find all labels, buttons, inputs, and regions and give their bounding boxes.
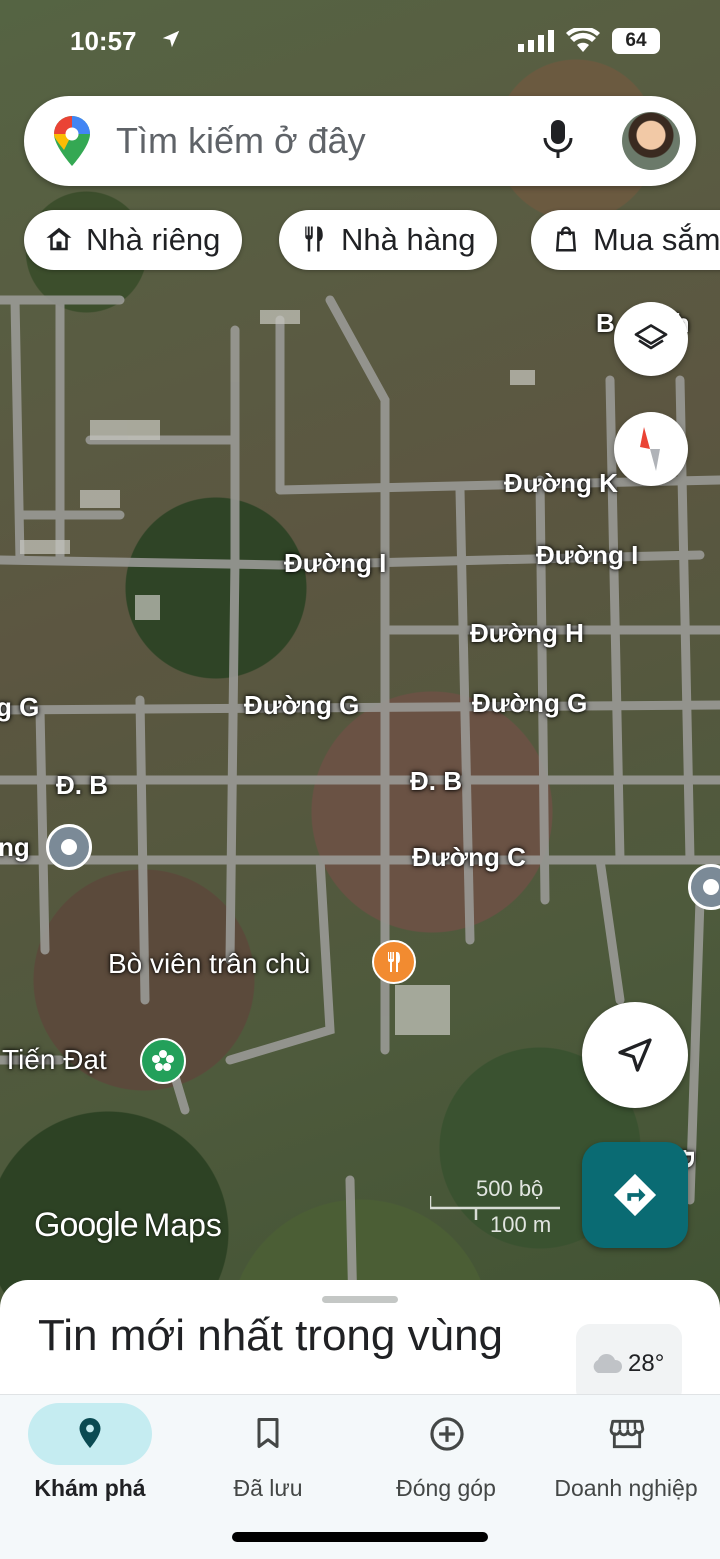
my-location-button[interactable] bbox=[582, 1002, 688, 1108]
wifi-icon bbox=[566, 28, 600, 52]
add-circle-icon bbox=[430, 1417, 464, 1451]
microphone-icon[interactable] bbox=[542, 118, 574, 162]
tab-label: Khám phá bbox=[34, 1475, 146, 1501]
place-label-shop[interactable]: Tiến Đạt bbox=[2, 1044, 107, 1076]
chip-shopping[interactable]: Mua sắm bbox=[531, 210, 720, 270]
compass-icon bbox=[640, 427, 660, 471]
google-maps-logo: Google Maps bbox=[34, 1206, 222, 1245]
home-indicator[interactable] bbox=[232, 1532, 488, 1542]
weather-chip[interactable]: 28° bbox=[576, 1324, 682, 1404]
road-label: Đ. B bbox=[410, 766, 462, 796]
cell-signal-icon bbox=[518, 30, 554, 52]
road-label: Đ. B bbox=[56, 770, 108, 800]
road-label: g G bbox=[0, 692, 40, 722]
tab-saved[interactable]: Đã lưu bbox=[178, 1395, 358, 1525]
chip-label: Nhà riêng bbox=[86, 222, 221, 257]
shopping-bag-icon bbox=[555, 226, 577, 252]
road-label: Đường I bbox=[284, 548, 387, 578]
flower-shop-pin-icon[interactable] bbox=[140, 1038, 186, 1084]
road-label: Đường K bbox=[504, 468, 618, 498]
cloud-icon bbox=[593, 1353, 623, 1373]
search-bar[interactable]: Tìm kiếm ở đây bbox=[24, 96, 696, 186]
storefront-icon bbox=[609, 1419, 645, 1449]
road-label: Đường G bbox=[472, 688, 588, 718]
search-input[interactable]: Tìm kiếm ở đây bbox=[116, 120, 366, 162]
directions-icon bbox=[613, 1173, 657, 1217]
logo-google-text: Google bbox=[34, 1206, 139, 1244]
scale-metric: 100 m bbox=[490, 1212, 552, 1237]
layers-button[interactable] bbox=[614, 302, 688, 376]
home-icon bbox=[46, 227, 72, 251]
chip-label: Mua sắm bbox=[593, 222, 720, 257]
layers-icon bbox=[634, 324, 668, 350]
explore-pin-icon bbox=[79, 1418, 101, 1448]
avatar[interactable] bbox=[622, 112, 680, 170]
scale-imperial: 500 bộ bbox=[476, 1176, 544, 1201]
tab-contribute[interactable]: Đóng góp bbox=[356, 1395, 536, 1525]
tab-business[interactable]: Doanh nghiệp bbox=[536, 1395, 716, 1525]
navigation-arrow-icon bbox=[618, 1038, 652, 1072]
temperature: 28° bbox=[628, 1350, 665, 1377]
tab-label: Đóng góp bbox=[396, 1475, 496, 1501]
location-arrow-icon bbox=[162, 30, 180, 48]
road-label: Đường G bbox=[244, 690, 360, 720]
tab-label: Đã lưu bbox=[233, 1475, 303, 1501]
logo-maps-text: Maps bbox=[143, 1207, 222, 1243]
battery-indicator: 64 bbox=[612, 28, 660, 54]
place-pin-icon[interactable] bbox=[46, 824, 92, 870]
restaurant-pin-icon[interactable] bbox=[372, 940, 416, 984]
google-maps-pin-icon bbox=[54, 116, 90, 166]
chip-restaurant[interactable]: Nhà hàng bbox=[279, 210, 498, 270]
compass-button[interactable] bbox=[614, 412, 688, 486]
chip-label: Nhà hàng bbox=[341, 222, 476, 257]
chip-home[interactable]: Nhà riêng bbox=[24, 210, 243, 270]
road-label: Đường C bbox=[412, 842, 526, 872]
road-label: Đường H bbox=[470, 618, 584, 648]
place-label-restaurant[interactable]: Bò viên trân chù bbox=[108, 948, 310, 980]
tab-label: Doanh nghiệp bbox=[554, 1475, 698, 1501]
restaurant-icon bbox=[305, 226, 323, 252]
road-label: Đường I bbox=[536, 540, 639, 570]
sheet-title: Tin mới nhất trong vùng bbox=[38, 1311, 504, 1360]
road-label: ng bbox=[0, 832, 30, 862]
bookmark-icon bbox=[257, 1418, 279, 1448]
road-label: B bbox=[596, 308, 615, 338]
directions-button[interactable] bbox=[582, 1142, 688, 1248]
status-bar: 10:57 64 bbox=[0, 22, 720, 62]
sheet-drag-handle[interactable] bbox=[322, 1296, 398, 1303]
status-time: 10:57 bbox=[70, 26, 137, 56]
tab-explore[interactable]: Khám phá bbox=[0, 1395, 180, 1525]
